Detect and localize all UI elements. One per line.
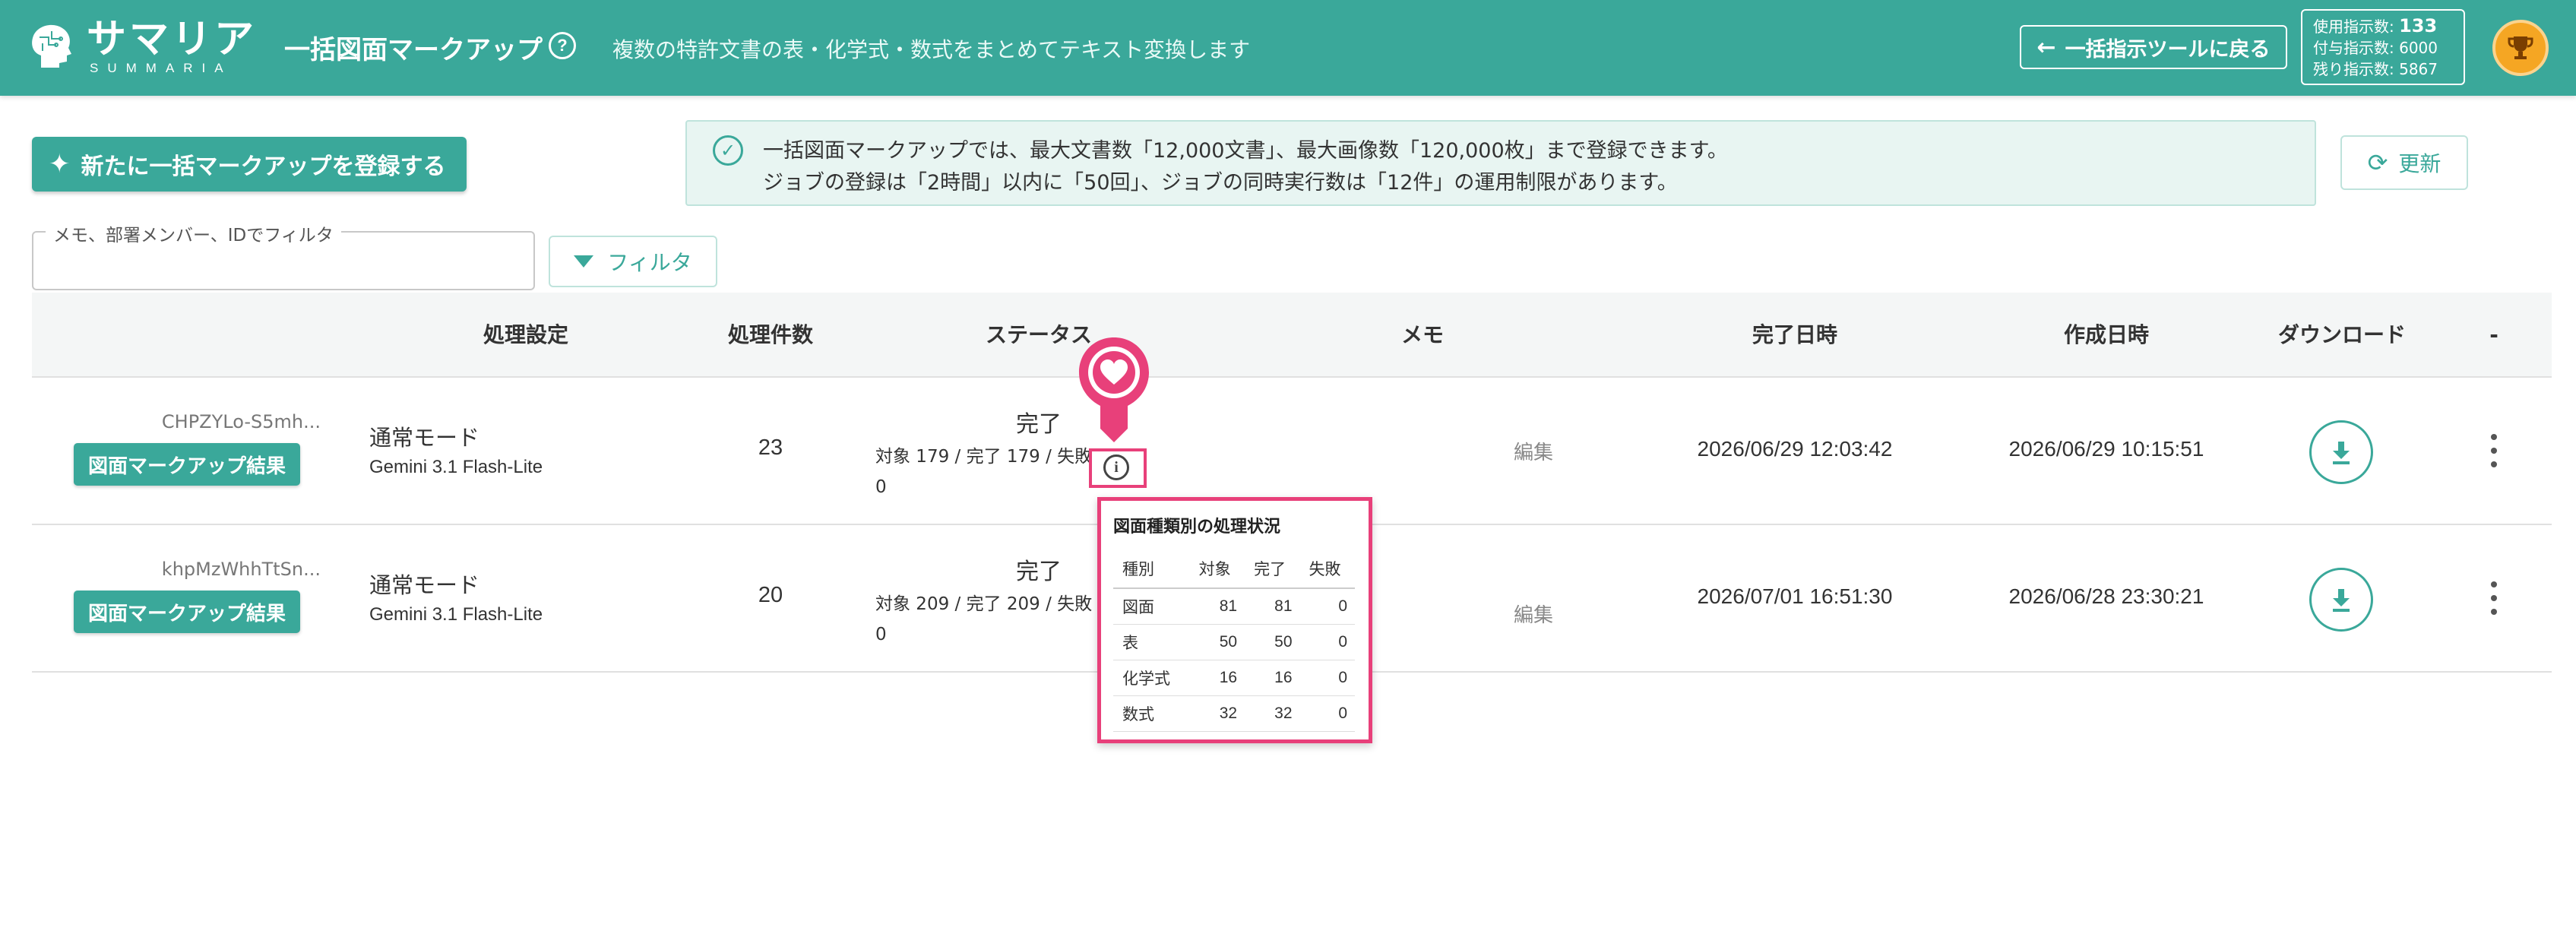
header-memo: メモ <box>1400 322 1444 347</box>
popup-cell: 81 <box>1189 588 1245 625</box>
memo-edit-link[interactable]: 編集 <box>1514 437 1553 465</box>
popup-row: 化学式 16 16 0 <box>1113 660 1355 696</box>
status-detail: 対象 209 / 完了 209 / 失敗 0 <box>875 594 1093 644</box>
popup-col-failed: 失敗 <box>1299 551 1355 589</box>
done-date: 2026/07/01 16:51:30 <box>1697 584 1893 608</box>
filter-button-label: フィルタ <box>607 250 692 275</box>
memo-edit-link[interactable]: 編集 <box>1514 600 1553 628</box>
row-menu-icon[interactable] <box>2488 581 2500 615</box>
info-icon[interactable]: i <box>1103 454 1129 480</box>
markup-result-button[interactable]: 図面マークアップ結果 <box>74 591 300 633</box>
filter-input[interactable]: メモ、部署メンバー、IDでフィルタ <box>32 220 535 290</box>
notice-line-1: 一括図面マークアップでは、最大文書数「12,000文書」、最大画像数「120,0… <box>763 139 1728 163</box>
status-detail: 対象 179 / 完了 179 / 失敗 0 <box>875 447 1093 497</box>
popup-cell: 16 <box>1189 660 1245 696</box>
back-button-label: 一括指示ツールに戻る <box>2065 37 2271 62</box>
job-id: khpMzWhhTtSn... <box>161 559 321 580</box>
popup-cell: 数式 <box>1113 695 1190 732</box>
popup-cell: 50 <box>1189 624 1245 660</box>
usage-granted: 付与指示数: 6000 <box>2313 39 2438 57</box>
usage-remaining: 残り指示数: 5867 <box>2313 60 2438 78</box>
logo-text: サマリア <box>87 17 258 62</box>
register-new-markup-button[interactable]: ✦ 新たに一括マークアップを登録する <box>32 137 467 192</box>
popup-row: 数式 32 32 0 <box>1113 695 1355 732</box>
processed-count: 20 <box>758 583 783 607</box>
created-date: 2026/06/28 23:30:21 <box>2008 584 2204 608</box>
popup-cell: 81 <box>1245 588 1300 625</box>
popup-cell: 16 <box>1245 660 1300 696</box>
heart-marker-icon <box>1079 337 1149 442</box>
markup-result-button[interactable]: 図面マークアップ結果 <box>74 443 300 486</box>
app-header: サマリア SUMMARIA 一括図面マークアップ ? 複数の特許文書の表・化学式… <box>0 0 2576 96</box>
trophy-icon[interactable] <box>2492 20 2549 76</box>
popup-col-target: 対象 <box>1189 551 1245 589</box>
popup-cell: 50 <box>1245 624 1300 660</box>
filter-input-label: メモ、部署メンバー、IDでフィルタ <box>46 220 341 246</box>
filter-button[interactable]: フィルタ <box>549 236 717 287</box>
model-name: Gemini 3.1 Flash-Lite <box>369 604 543 625</box>
model-name: Gemini 3.1 Flash-Lite <box>369 457 543 477</box>
refresh-button[interactable]: ⟳ 更新 <box>2340 135 2468 190</box>
logo[interactable]: サマリア SUMMARIA <box>26 18 257 76</box>
popup-table-header: 種別 対象 完了 失敗 <box>1113 551 1355 589</box>
popup-cell: 0 <box>1299 588 1355 625</box>
download-button[interactable] <box>2309 420 2373 484</box>
download-button[interactable] <box>2309 568 2373 632</box>
refresh-icon: ⟳ <box>2367 148 2388 177</box>
popup-row: 図面 81 81 0 <box>1113 588 1355 625</box>
arrow-left-icon: ← <box>2036 33 2056 61</box>
trophy-glyph <box>2508 36 2533 59</box>
header-menu: - <box>2489 322 2498 347</box>
table-header: 処理設定 処理件数 ステータス メモ 完了日時 作成日時 ダウンロード - <box>32 293 2552 378</box>
register-button-label: 新たに一括マークアップを登録する <box>81 154 446 180</box>
job-id: CHPZYLo-S5mh... <box>161 411 321 432</box>
check-circle-icon: ✓ <box>713 135 743 166</box>
popup-cell: 0 <box>1299 660 1355 696</box>
popup-title: 図面種類別の処理状況 <box>1113 518 1281 537</box>
popup-table: 種別 対象 完了 失敗 図面 81 81 0 表 50 50 0 化学式 16 <box>1113 551 1355 732</box>
page-description: 複数の特許文書の表・化学式・数式をまとめてテキスト変換します <box>612 37 1251 62</box>
popup-cell: 0 <box>1299 695 1355 732</box>
popup-cell: 表 <box>1113 624 1190 660</box>
popup-cell: 図面 <box>1113 588 1190 625</box>
magic-wand-icon: ✦ <box>49 149 71 179</box>
refresh-label: 更新 <box>2398 151 2442 176</box>
header-done-date: 完了日時 <box>1752 322 1837 347</box>
processing-mode: 通常モード <box>369 572 480 598</box>
popup-row: 表 50 50 0 <box>1113 624 1355 660</box>
header-count: 処理件数 <box>727 322 813 347</box>
limits-notice: ✓ 一括図面マークアップでは、最大文書数「12,000文書」、最大画像数「120… <box>685 120 2316 206</box>
type-status-popup: 図面種類別の処理状況 種別 対象 完了 失敗 図面 81 81 0 表 50 5… <box>1097 497 1372 743</box>
filter-funnel-icon <box>574 255 594 268</box>
help-icon[interactable]: ? <box>549 32 576 59</box>
logo-head-icon <box>32 24 71 68</box>
download-icon <box>2333 589 2350 612</box>
usage-used: 使用指示数: 133 <box>2313 15 2438 36</box>
notice-line-2: ジョブの登録は「2時間」以内に「50回」、ジョブの同時実行数は「12件」の運用制… <box>763 171 1678 195</box>
popup-col-type: 種別 <box>1113 551 1190 589</box>
created-date: 2026/06/29 10:15:51 <box>2008 437 2204 461</box>
download-icon <box>2333 442 2350 464</box>
back-to-bulk-tool-button[interactable]: ← 一括指示ツールに戻る <box>2020 25 2287 69</box>
popup-cell: 0 <box>1299 624 1355 660</box>
page-title: 一括図面マークアップ <box>284 35 543 65</box>
popup-cell: 32 <box>1189 695 1245 732</box>
header-settings: 処理設定 <box>483 322 568 347</box>
popup-cell: 32 <box>1245 695 1300 732</box>
done-date: 2026/06/29 12:03:42 <box>1697 437 1893 461</box>
header-download: ダウンロード <box>2277 322 2406 347</box>
usage-summary: 使用指示数: 133 付与指示数: 6000 残り指示数: 5867 <box>2301 9 2465 85</box>
popup-cell: 化学式 <box>1113 660 1190 696</box>
logo-subtext: SUMMARIA <box>90 61 233 75</box>
popup-col-done: 完了 <box>1245 551 1300 589</box>
status-label: 完了 <box>1016 411 1062 438</box>
processed-count: 23 <box>758 435 783 460</box>
processing-mode: 通常モード <box>369 425 480 451</box>
header-created-date: 作成日時 <box>2063 322 2149 347</box>
row-menu-icon[interactable] <box>2488 434 2500 467</box>
